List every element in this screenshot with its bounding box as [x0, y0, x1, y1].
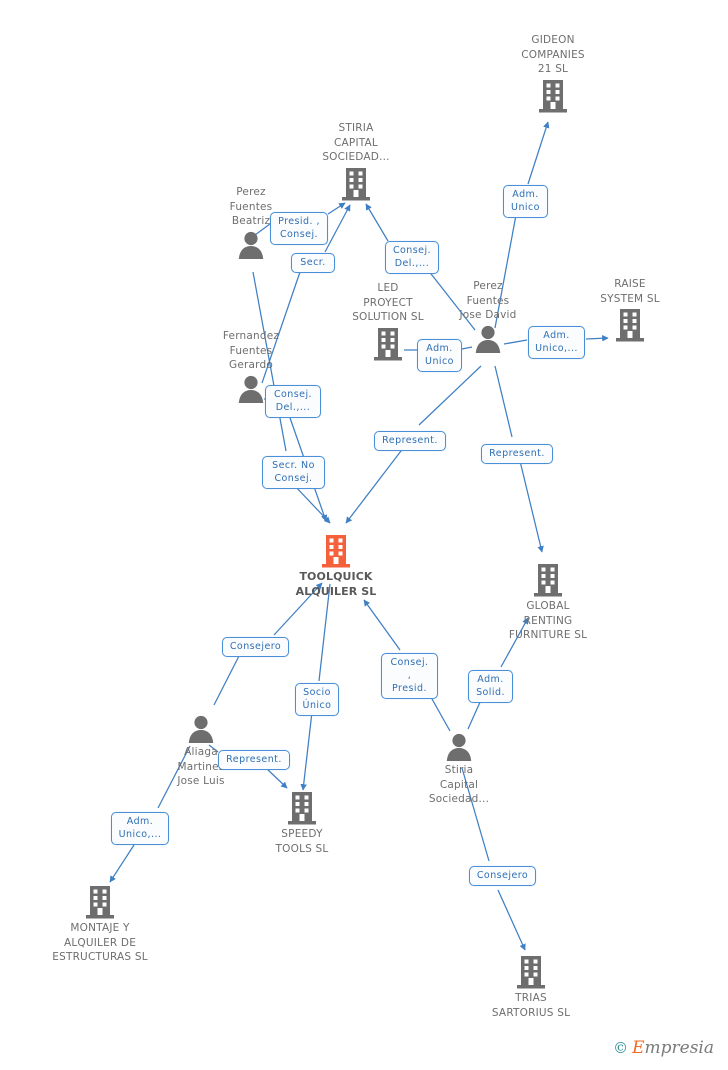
brand-first-letter: E [632, 1038, 645, 1058]
node-global-renting-furniture-sl[interactable]: GLOBAL RENTING FURNITURE SL [473, 562, 623, 643]
node-label: Perez Fuentes Jose David [459, 280, 517, 321]
edge-segment [494, 365, 513, 438]
copyright-icon: © [613, 1039, 629, 1057]
company-icon [25, 884, 175, 920]
relationship-chip-socio-unico[interactable]: Socio Único [295, 683, 339, 716]
person-icon [126, 714, 276, 744]
edge-segment [467, 699, 482, 730]
brand-rest: mpresia [644, 1038, 715, 1058]
edge-segment [300, 711, 313, 791]
edge-segment [345, 446, 405, 524]
company-icon-highlighted [261, 533, 411, 569]
edge-segment [418, 365, 482, 426]
node-label: GLOBAL RENTING FURNITURE SL [508, 600, 588, 641]
node-label: TOOLQUICK ALQUILER SL [295, 570, 377, 598]
edge-segment [327, 202, 346, 215]
relationship-chip-consej-del[interactable]: Consej. Del.,... [385, 241, 439, 274]
company-icon [473, 562, 623, 598]
edge-segment [293, 484, 331, 524]
node-label: RAISE SYSTEM SL [600, 278, 660, 305]
edge-segment [363, 599, 401, 651]
edge-segment [213, 655, 240, 706]
node-label: TRIAS SARTORIUS SL [491, 992, 571, 1019]
company-icon [456, 954, 606, 990]
relationship-chip-consej-del-toolquick[interactable]: Consej. Del.,... [265, 385, 321, 418]
edge-segment [109, 844, 135, 883]
edge-segment [324, 204, 351, 253]
node-label: MONTAJE Y ALQUILER DE ESTRUCTURAS SL [52, 922, 148, 963]
node-trias-sartorius-sl[interactable]: TRIAS SARTORIUS SL [456, 954, 606, 1020]
brand-logo: Empresia [632, 1038, 714, 1058]
relationship-chip-adm-solid[interactable]: Adm. Solid. [468, 670, 513, 703]
node-montaje-y-alquiler-de-estructuras-sl[interactable]: MONTAJE Y ALQUILER DE ESTRUCTURAS SL [25, 884, 175, 965]
relationship-chip-secr-no-consej[interactable]: Secr. No Consej. [262, 456, 325, 489]
edge-segment [497, 889, 526, 951]
relationship-chip-presid-consej[interactable]: Presid. , Consej. [270, 212, 328, 245]
node-label: GIDEON COMPANIES 21 SL [521, 34, 585, 75]
relationship-chip-consej-presid[interactable]: Consej. , Presid. [381, 653, 438, 699]
edge-segment [527, 121, 550, 185]
relationship-chip-represent-speedy[interactable]: Represent. [218, 750, 290, 770]
relationship-chip-represent-toolquick[interactable]: Represent. [374, 431, 446, 451]
relationship-chip-adm-unico-led[interactable]: Adm. Unico [417, 339, 462, 372]
relationship-chip-consejero-trias[interactable]: Consejero [469, 866, 536, 886]
relationship-graph-canvas: GIDEON COMPANIES 21 SL STIRIA CAPITAL SO… [0, 0, 728, 1070]
node-speedy-tools-sl[interactable]: SPEEDY TOOLS SL [227, 790, 377, 856]
node-toolquick-alquiler-sl[interactable]: TOOLQUICK ALQUILER SL [261, 533, 411, 599]
empresia-watermark: © Empresia [613, 1038, 714, 1058]
edge-segment [365, 203, 389, 242]
relationship-chip-adm-unico-montaje[interactable]: Adm. Unico,... [111, 812, 169, 845]
node-gideon-companies-21-sl[interactable]: GIDEON COMPANIES 21 SL [478, 33, 628, 114]
node-label: STIRIA CAPITAL SOCIEDAD... [322, 122, 390, 163]
relationship-chip-represent-global[interactable]: Represent. [481, 444, 553, 464]
node-label: Fernandez Fuentes Gerardo [222, 330, 280, 371]
relationship-chip-adm-unico-raise[interactable]: Adm. Unico,... [528, 326, 585, 359]
relationship-chip-adm-unico-gideon[interactable]: Adm. Unico [503, 185, 548, 218]
edge-segment [519, 460, 544, 553]
company-icon [227, 790, 377, 826]
relationship-chip-secr[interactable]: Secr. [291, 253, 335, 273]
node-person-stiria-capital-sociedad[interactable]: Stiria Capital Sociedad... [384, 732, 534, 807]
relationship-chip-consejero-toolquick[interactable]: Consejero [222, 637, 289, 657]
person-icon [384, 732, 534, 762]
company-icon [478, 78, 628, 114]
node-label: SPEEDY TOOLS SL [275, 828, 329, 855]
node-label: Stiria Capital Sociedad... [428, 764, 490, 805]
